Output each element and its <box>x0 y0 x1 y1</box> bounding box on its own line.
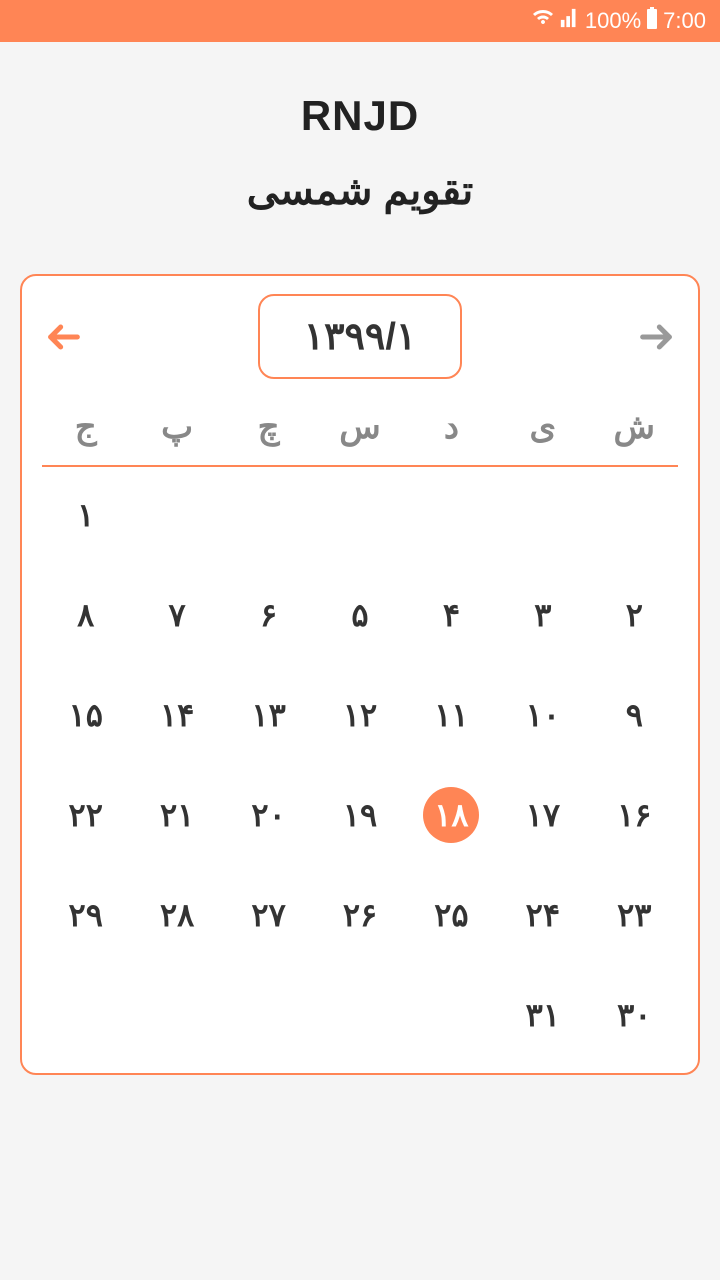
day-cell-empty <box>42 987 129 1043</box>
status-icons: 100% 7:00 <box>531 6 706 36</box>
week-day-label: س <box>316 407 403 447</box>
status-bar: 100% 7:00 <box>0 0 720 42</box>
day-cell[interactable]: ۱۷ <box>499 787 586 843</box>
day-cell[interactable]: ۲۲ <box>42 787 129 843</box>
day-cell[interactable]: ۳۱ <box>499 987 586 1043</box>
next-month-button[interactable] <box>634 315 678 359</box>
week-day-label: ی <box>499 407 586 447</box>
clock-time: 7:00 <box>663 8 706 34</box>
day-cell[interactable]: ۱۲ <box>316 687 403 743</box>
day-cell-empty <box>408 487 495 543</box>
day-cell[interactable]: ۱ <box>42 487 129 543</box>
day-cell-empty <box>225 987 312 1043</box>
day-cell[interactable]: ۵ <box>316 587 403 643</box>
day-cell[interactable]: ۱۹ <box>316 787 403 843</box>
day-cell-empty <box>408 987 495 1043</box>
day-cell[interactable]: ۲۴ <box>499 887 586 943</box>
week-day-label: پ <box>133 407 220 447</box>
week-day-label: ش <box>591 407 678 447</box>
month-year-label[interactable]: ۱۳۹۹/۱ <box>258 294 463 379</box>
battery-icon <box>645 6 659 36</box>
day-cell[interactable]: ۲۷ <box>225 887 312 943</box>
day-cell[interactable]: ۲۵ <box>408 887 495 943</box>
app-header: RNJD تقویم شمسی <box>0 42 720 254</box>
prev-month-button[interactable] <box>42 315 86 359</box>
day-cell[interactable]: ۱۱ <box>408 687 495 743</box>
signal-icon <box>559 7 581 35</box>
day-cell[interactable]: ۲۸ <box>133 887 220 943</box>
day-cell-empty <box>591 487 678 543</box>
calendar-header: ۱۳۹۹/۱ <box>42 294 678 379</box>
day-cell-empty <box>316 487 403 543</box>
calendar-grid: ۱۸۷۶۵۴۳۲۱۵۱۴۱۳۱۲۱۱۱۰۹۲۲۲۱۲۰۱۹۱۸۱۷۱۶۲۹۲۸۲… <box>42 487 678 1043</box>
day-cell[interactable]: ۱۰ <box>499 687 586 743</box>
day-cell[interactable]: ۳۰ <box>591 987 678 1043</box>
day-cell[interactable]: ۱۵ <box>42 687 129 743</box>
day-cell-empty <box>225 487 312 543</box>
wifi-icon <box>531 6 555 36</box>
day-cell[interactable]: ۸ <box>42 587 129 643</box>
week-day-label: چ <box>225 407 312 447</box>
day-cell[interactable]: ۲۹ <box>42 887 129 943</box>
day-cell[interactable]: ۷ <box>133 587 220 643</box>
day-cell[interactable]: ۲۰ <box>225 787 312 843</box>
day-cell-empty <box>316 987 403 1043</box>
day-cell-empty <box>499 487 586 543</box>
day-cell[interactable]: ۲۳ <box>591 887 678 943</box>
day-cell[interactable]: ۴ <box>408 587 495 643</box>
week-day-label: ج <box>42 407 129 447</box>
day-cell[interactable]: ۱۴ <box>133 687 220 743</box>
battery-percent: 100% <box>585 8 641 34</box>
day-cell[interactable]: ۱۸ <box>423 787 479 843</box>
app-subtitle: تقویم شمسی <box>0 168 720 214</box>
day-cell[interactable]: ۳ <box>499 587 586 643</box>
day-cell[interactable]: ۶ <box>225 587 312 643</box>
day-cell[interactable]: ۲۶ <box>316 887 403 943</box>
app-title: RNJD <box>0 92 720 140</box>
day-cell[interactable]: ۹ <box>591 687 678 743</box>
day-cell[interactable]: ۲۱ <box>133 787 220 843</box>
day-cell[interactable]: ۱۳ <box>225 687 312 743</box>
calendar-card: ۱۳۹۹/۱ ج پ چ س د ی ش ۱۸۷۶۵۴۳۲۱۵۱۴۱۳۱۲۱۱۱… <box>20 274 700 1075</box>
day-cell-empty <box>133 987 220 1043</box>
day-cell[interactable]: ۱۶ <box>591 787 678 843</box>
week-day-label: د <box>408 407 495 447</box>
day-cell-empty <box>133 487 220 543</box>
day-cell[interactable]: ۲ <box>591 587 678 643</box>
week-header: ج پ چ س د ی ش <box>42 407 678 467</box>
